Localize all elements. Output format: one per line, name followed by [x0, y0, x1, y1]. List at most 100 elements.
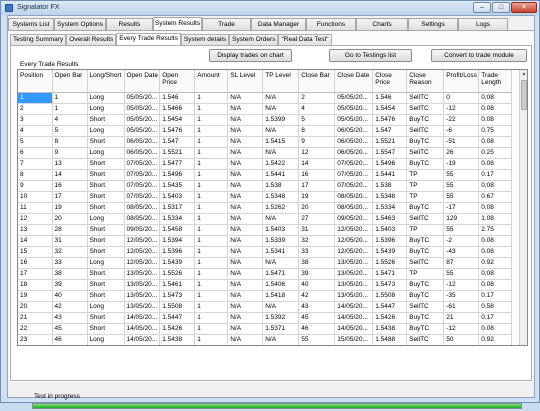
- table-row[interactable]: 22 45 Short 14/05/20... 1.5426 1 N/A 1.5371 46 14…: [18, 323, 513, 335]
- column-header-sl-level[interactable]: SL Level: [227, 70, 264, 93]
- table-cell: TP: [406, 191, 445, 203]
- table-cell: 1: [195, 345, 228, 346]
- table-cell: 23: [18, 334, 53, 345]
- table-row[interactable]: 14 31 Short 12/05/20... 1.5394 1 N/A 1.5339 32 12…: [18, 235, 513, 247]
- subtab-testing-summary[interactable]: Testing Summary: [10, 34, 67, 45]
- column-header-tp-level[interactable]: TP Level: [262, 70, 300, 93]
- column-header-amount[interactable]: Amount: [194, 70, 229, 93]
- table-cell: 1.5508: [372, 290, 408, 302]
- table-row[interactable]: 16 33 Long 12/05/20... 1.5439 1 N/A N/A 38 13/05/…: [18, 257, 513, 269]
- subtab-real-data-test[interactable]: "Real Data Test": [278, 34, 332, 45]
- column-header-open-date[interactable]: Open Date: [124, 70, 161, 93]
- table-row[interactable]: 19 40 Short 13/05/20... 1.5473 1 N/A 1.5418 42 13…: [18, 290, 513, 302]
- maximize-button[interactable]: □: [492, 2, 510, 13]
- table-row[interactable]: 23 46 Long 14/05/20... 1.5438 1 N/A N/A 55 15/05/…: [18, 334, 513, 345]
- table-cell: 14/05/20...: [334, 323, 374, 335]
- convert-to-trade-module-button[interactable]: Convert to trade module: [431, 49, 527, 62]
- table-cell: 55: [443, 180, 480, 192]
- table-cell: 0: [443, 92, 480, 104]
- column-header-close-bar[interactable]: Close Bar: [298, 70, 336, 93]
- subtab-overall-results[interactable]: Overall Results: [66, 34, 117, 45]
- table-row[interactable]: 15 32 Short 12/05/20... 1.5396 1 N/A 1.5341 33 12…: [18, 246, 513, 258]
- table-cell: 33: [52, 257, 88, 269]
- minimize-button[interactable]: –: [473, 2, 491, 13]
- table-cell: 9: [298, 136, 336, 148]
- table-row[interactable]: 12 20 Long 08/05/20... 1.5334 1 N/A N/A 27 09/05/…: [18, 213, 513, 225]
- column-header-trade-length[interactable]: Trade Length: [478, 70, 513, 93]
- table-row[interactable]: 18 39 Short 13/05/20... 1.5461 1 N/A 1.5406 40 13…: [18, 279, 513, 291]
- subtab-system-details[interactable]: System details: [180, 34, 230, 45]
- table-vertical-scrollbar[interactable]: ▲: [519, 70, 527, 345]
- close-button[interactable]: ✕: [511, 2, 537, 13]
- table-cell: 06/05/20...: [124, 147, 161, 159]
- column-header-position[interactable]: Position: [18, 70, 53, 93]
- display-trades-button[interactable]: Display trades on chart: [209, 49, 292, 62]
- table-row[interactable]: 1 1 Long 05/05/20... 1.546 1 N/A N/A 2 05/05/20..…: [18, 92, 513, 104]
- table-cell: 24: [18, 345, 52, 346]
- table-row[interactable]: 3 4 Short 05/05/20... 1.5454 1 N/A 1.5399 5 05/05…: [18, 114, 513, 126]
- status-text: Test in progress: [34, 393, 80, 400]
- scroll-thumb[interactable]: [521, 80, 527, 110]
- table-cell: 129: [443, 213, 480, 225]
- table-cell: 1.5439: [372, 246, 408, 258]
- column-header-open-bar[interactable]: Open Bar: [52, 70, 88, 93]
- table-cell: N/A: [227, 312, 264, 324]
- tab-system-results[interactable]: System Results: [153, 17, 202, 31]
- go-to-testings-button[interactable]: Go to Testings list: [329, 49, 412, 62]
- table-cell: 1.5403: [159, 191, 196, 203]
- table-cell: N/A: [262, 147, 300, 159]
- column-header-open-price[interactable]: Open Price: [159, 70, 196, 93]
- table-cell: 1.5463: [372, 213, 408, 225]
- scroll-up-arrow-icon[interactable]: ▲: [520, 70, 527, 78]
- table-row[interactable]: 6 9 Long 06/05/20... 1.5521 1 N/A N/A 12 06/05/20…: [18, 147, 513, 159]
- table-cell: 1: [194, 114, 229, 126]
- column-header-profit-loss[interactable]: Profit/Loss: [443, 70, 480, 93]
- table-cell: 1.5471: [372, 268, 408, 280]
- table-cell: 17: [18, 268, 53, 280]
- table-cell: N/A: [227, 235, 264, 247]
- table-cell: 0.17: [478, 312, 513, 324]
- table-row[interactable]: 4 5 Long 05/05/20... 1.5476 1 N/A N/A 8 06/05/20.…: [18, 125, 513, 137]
- table-row[interactable]: 17 38 Short 13/05/20... 1.5526 1 N/A 1.5471 39 13…: [18, 268, 513, 280]
- table-cell: N/A: [227, 158, 264, 170]
- table-cell: SellTC: [406, 147, 445, 159]
- table-cell: BuyTC: [406, 290, 445, 302]
- table-cell: N/A: [262, 213, 300, 225]
- table-row[interactable]: 8 14 Short 07/05/20... 1.5496 1 N/A 1.5441 16 07/…: [18, 169, 513, 181]
- table-row[interactable]: 7 13 Short 07/05/20... 1.5477 1 N/A 1.5422 14 07/…: [18, 158, 513, 170]
- column-header-close-date[interactable]: Close Date: [334, 70, 374, 93]
- table-row[interactable]: 20 42 Long 13/05/20... 1.5508 1 N/A N/A 43 14/05/…: [18, 301, 513, 313]
- column-header-close-reason[interactable]: Close Reason: [406, 70, 445, 93]
- table-cell: 1.5461: [159, 279, 196, 291]
- table-cell: 8: [52, 136, 88, 148]
- table-cell: 1.5496: [159, 169, 196, 181]
- column-header-long-short[interactable]: Long/Short: [87, 70, 125, 93]
- table-row[interactable]: 11 19 Short 08/05/20... 1.5317 1 N/A 1.5262 20 08…: [18, 202, 513, 214]
- subtab-system-orders[interactable]: System Orders: [229, 34, 279, 45]
- subtab-every-trade-results[interactable]: Every Trade Results: [116, 33, 181, 45]
- table-cell: TP: [406, 180, 445, 192]
- table-row[interactable]: 5 8 Short 06/05/20... 1.547 1 N/A 1.5415 9 06/05/…: [18, 136, 513, 148]
- table-cell: Short: [87, 323, 125, 335]
- trade-results-table[interactable]: Position Open Bar Long/Short Open Date Open …: [17, 69, 528, 346]
- table-cell: 1: [194, 235, 229, 247]
- column-header-close-price[interactable]: Close Price: [372, 70, 408, 93]
- table-row[interactable]: 21 43 Short 14/05/20... 1.5447 1 N/A 1.5392 45 14…: [18, 312, 513, 324]
- table-cell: 21: [18, 312, 53, 324]
- table-cell: 1: [194, 334, 229, 345]
- table-cell: 1: [194, 92, 229, 104]
- table-row[interactable]: 2 1 Long 05/05/20... 1.5466 1 N/A N/A 4 05/05/20.…: [18, 103, 513, 115]
- table-row[interactable]: 2455Short15/05/20...1.54881N/A1.54335615…: [18, 345, 512, 346]
- table-row[interactable]: 13 28 Short 09/05/20... 1.5458 1 N/A 1.5403 31 12…: [18, 224, 513, 236]
- table-cell: Short: [87, 202, 125, 214]
- table-cell: 0.08: [478, 103, 513, 115]
- table-cell: 1.5471: [262, 268, 300, 280]
- table-cell: BuyTC: [406, 114, 445, 126]
- table-row[interactable]: 10 17 Short 07/05/20... 1.5403 1 N/A 1.5348 19 08…: [18, 191, 513, 203]
- table-row[interactable]: 9 16 Short 07/05/20... 1.5435 1 N/A 1.538 17 07/0…: [18, 180, 513, 192]
- table-cell: 1.5426: [372, 312, 408, 324]
- table-cell: 12/05/20...: [334, 246, 374, 258]
- table-cell: 14/05/20...: [334, 301, 374, 313]
- table-cell: 12/05/20...: [124, 235, 161, 247]
- table-cell: SellTC: [406, 257, 445, 269]
